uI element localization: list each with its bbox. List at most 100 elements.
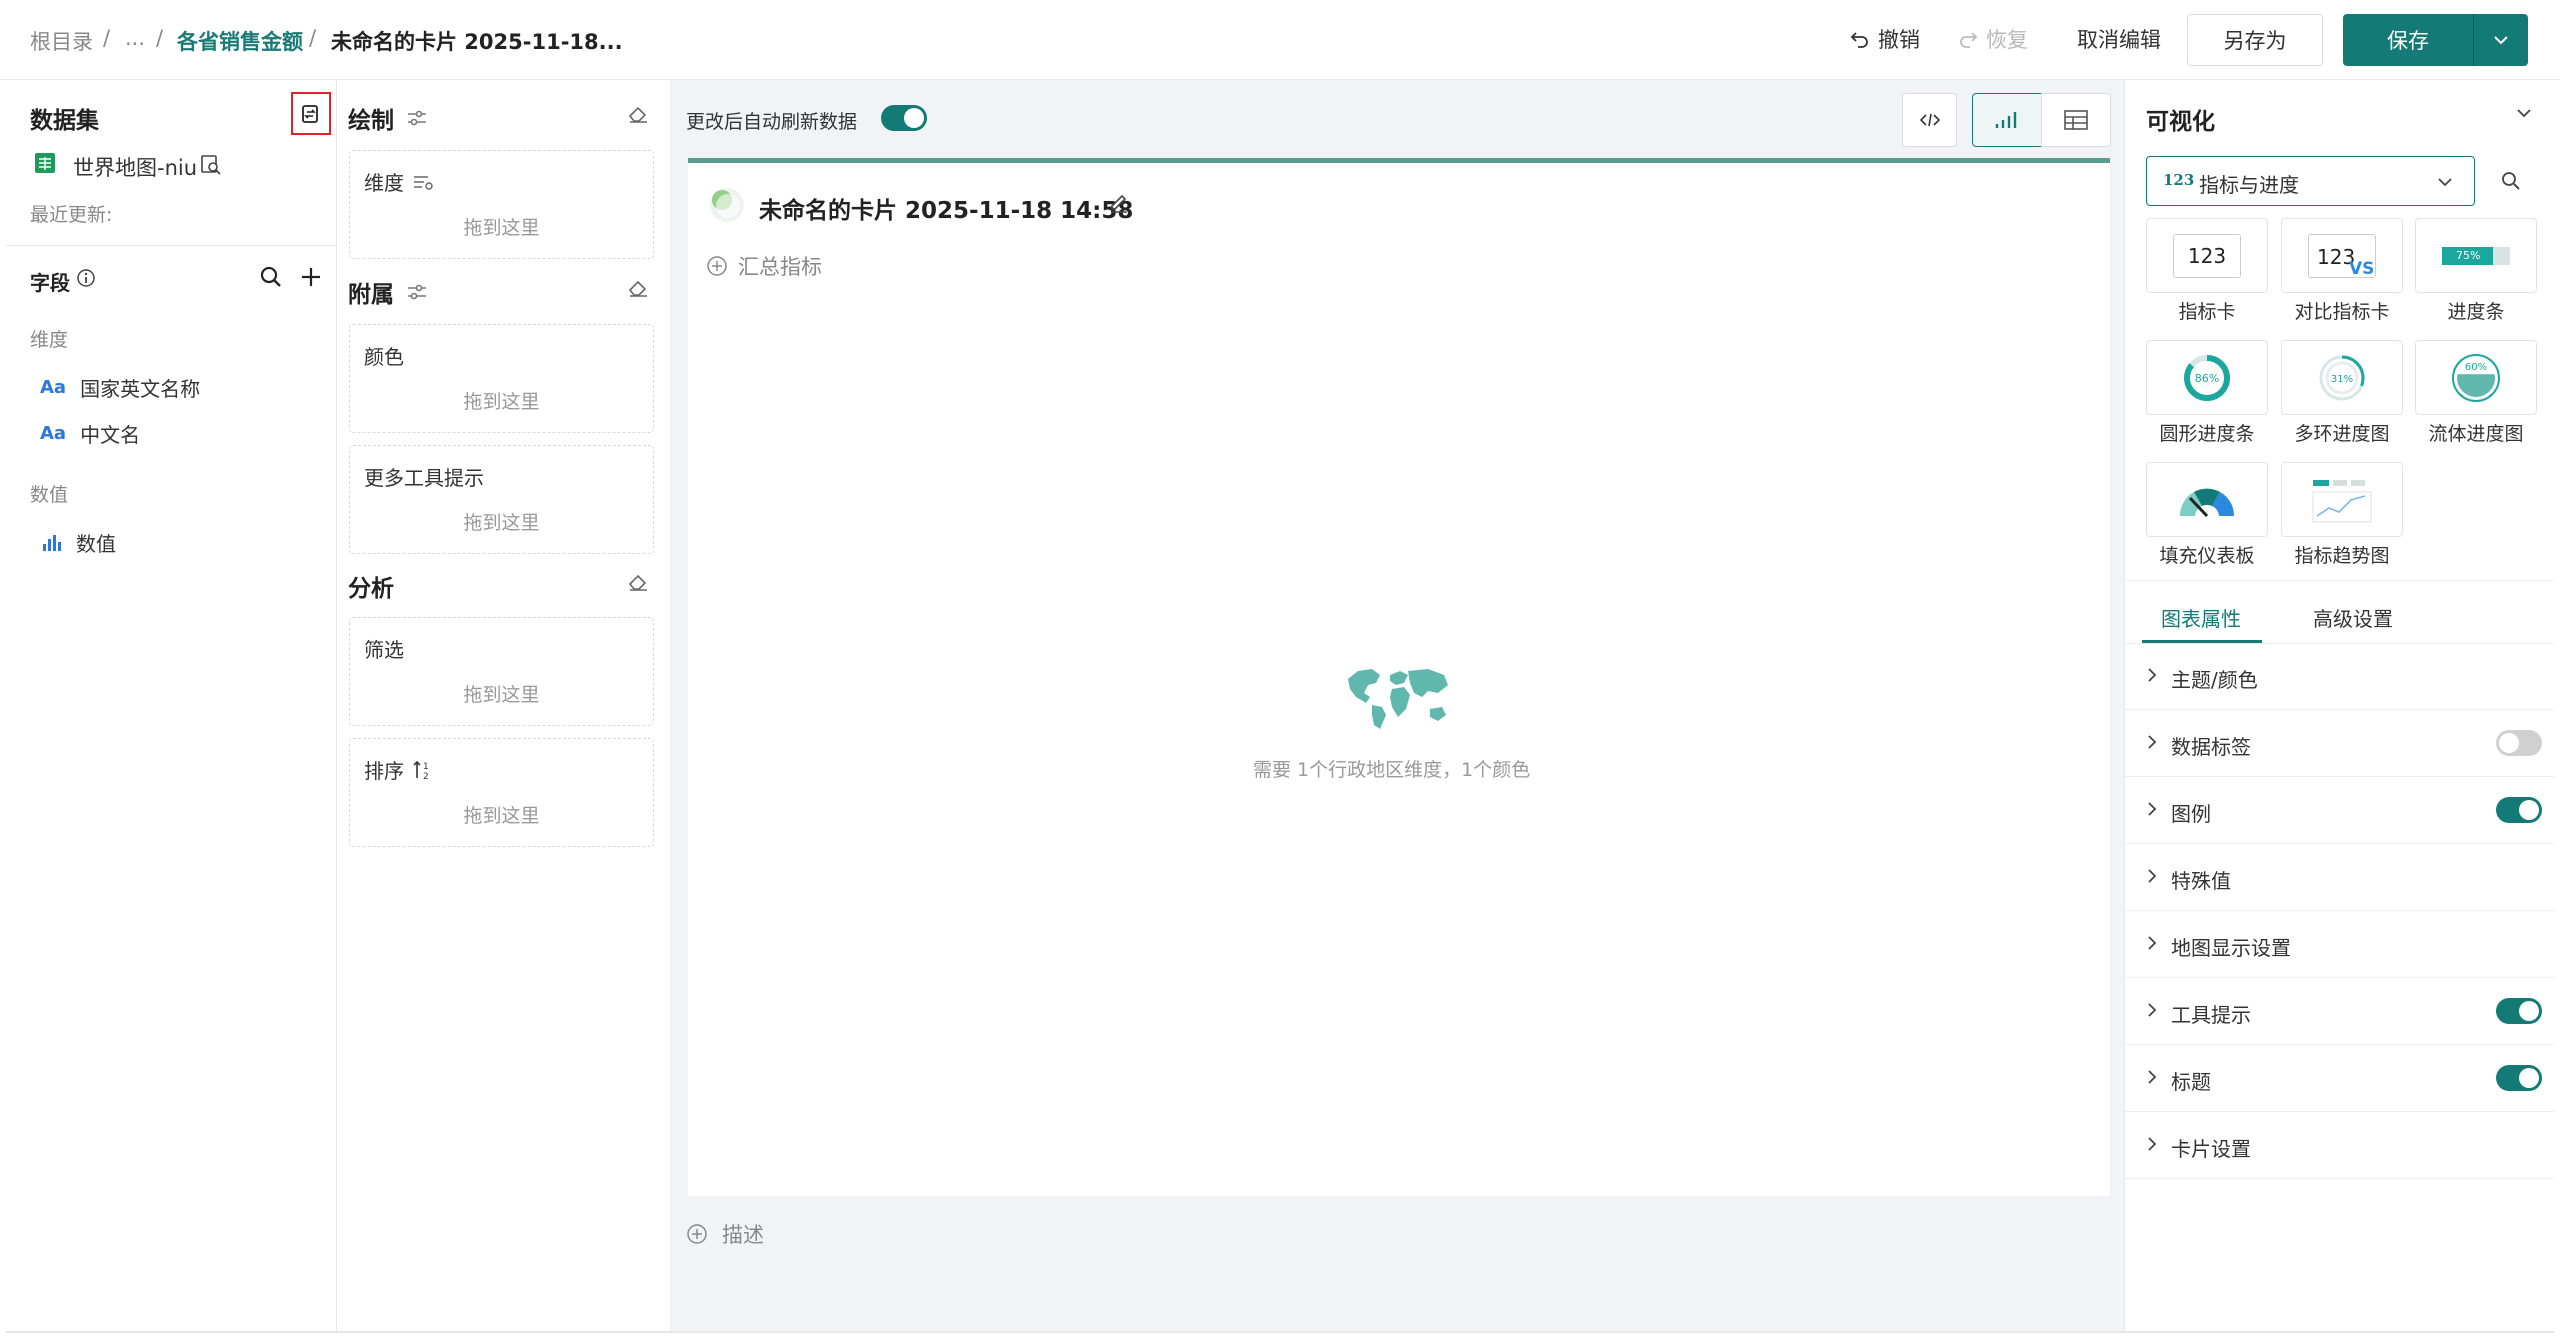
metric-card-tile[interactable]: 123	[2146, 218, 2268, 293]
add-metric-button[interactable]: 汇总指标	[706, 251, 822, 281]
filled-gauge-tile[interactable]	[2146, 462, 2268, 537]
circular-progress-icon: 86%	[2184, 354, 2230, 401]
property-row-special-values[interactable]: 特殊值	[2124, 844, 2554, 911]
settings-sliders-icon[interactable]	[406, 108, 428, 128]
property-row-data-labels[interactable]: 数据标签	[2124, 710, 2554, 777]
field-item[interactable]: Aa 中文名	[40, 419, 140, 448]
property-row-tooltip[interactable]: 工具提示	[2124, 978, 2554, 1045]
tile-label: 圆形进度条	[2159, 423, 2255, 445]
search-icon[interactable]	[2500, 170, 2522, 192]
liquid-progress-icon: 60%	[2452, 353, 2500, 402]
drop-hint: 拖到这里	[463, 805, 540, 827]
metric-trend-tile[interactable]	[2281, 462, 2403, 537]
add-description-button[interactable]: 描述	[686, 1219, 764, 1249]
redo-button[interactable]: 恢复	[1958, 24, 2028, 54]
chevron-right-icon	[2148, 869, 2157, 883]
tab-advanced-settings[interactable]: 高级设置	[2313, 603, 2393, 632]
field-item[interactable]: 数值	[40, 528, 116, 557]
dimension-drop-zone[interactable]: 维度 拖到这里	[349, 150, 654, 259]
dataset-name[interactable]: 世界地图-niu	[73, 152, 197, 182]
undo-button[interactable]: 撤销	[1850, 24, 1920, 54]
undo-icon	[1850, 32, 1868, 48]
data-labels-toggle[interactable]	[2496, 730, 2542, 756]
liquid-progress-tile[interactable]: 60%	[2415, 340, 2537, 415]
edit-pencil-icon[interactable]	[1108, 192, 1130, 214]
cancel-edit-button[interactable]: 取消编辑	[2077, 24, 2161, 54]
tooltip-toggle[interactable]	[2496, 998, 2542, 1024]
legend-toggle[interactable]	[2496, 797, 2542, 823]
collapse-chevron-icon[interactable]	[2514, 106, 2534, 120]
attach-section-title: 附属	[348, 282, 394, 308]
property-row-map-display[interactable]: 地图显示设置	[2124, 911, 2554, 978]
list-settings-icon[interactable]	[412, 173, 434, 191]
breadcrumb-separator: /	[309, 26, 317, 50]
breadcrumb-root[interactable]: 根目录	[30, 26, 93, 56]
save-dropdown-button[interactable]	[2474, 14, 2528, 66]
eraser-icon[interactable]	[627, 572, 649, 592]
divider	[6, 245, 337, 246]
sort-ascending-icon[interactable]: 12	[412, 759, 434, 781]
metric-trend-icon	[2312, 479, 2372, 522]
search-icon[interactable]	[259, 265, 283, 289]
property-row-title[interactable]: 标题	[2124, 1045, 2554, 1112]
vs-badge: VS	[2349, 258, 2375, 279]
settings-sliders-icon[interactable]	[406, 282, 428, 302]
analysis-section-title: 分析	[348, 576, 394, 602]
chevron-right-icon	[2148, 1070, 2157, 1084]
compare-metric-card-tile[interactable]: 123 VS	[2281, 218, 2403, 293]
eraser-icon[interactable]	[627, 278, 649, 298]
top-bar: 根目录 / ... / 各省销售金额 / 未命名的卡片 2025-11-18..…	[0, 0, 2560, 80]
last-updated-label: 最近更新:	[30, 204, 113, 226]
drop-hint: 拖到这里	[463, 217, 540, 239]
add-circle-icon	[687, 1224, 707, 1244]
add-field-icon[interactable]	[299, 265, 323, 289]
property-label: 标题	[2171, 1070, 2211, 1094]
multi-ring-progress-tile[interactable]: 31%	[2281, 340, 2403, 415]
property-label: 图例	[2171, 802, 2211, 826]
tooltip-drop-zone[interactable]: 更多工具提示 拖到这里	[349, 445, 654, 554]
color-drop-zone[interactable]: 颜色 拖到这里	[349, 324, 654, 433]
field-item[interactable]: Aa 国家英文名称	[40, 373, 200, 402]
save-button[interactable]: 保存	[2343, 14, 2473, 66]
card-title[interactable]: 未命名的卡片 2025-11-18 14:58	[759, 191, 1133, 225]
circular-progress-tile[interactable]: 86%	[2146, 340, 2268, 415]
tile-label: 指标卡	[2178, 301, 2236, 323]
divider	[2124, 580, 2554, 581]
auto-refresh-toggle[interactable]	[881, 105, 927, 131]
info-icon[interactable]	[76, 268, 96, 288]
liquid-progress-value: 60%	[2465, 362, 2487, 373]
table-icon	[2064, 110, 2088, 130]
switch-dataset-icon	[302, 105, 318, 123]
chevron-right-icon	[2148, 1003, 2157, 1017]
preview-data-icon[interactable]	[200, 154, 222, 176]
progress-bar-icon: 75%	[2442, 246, 2510, 265]
tile-label: 指标趋势图	[2294, 545, 2390, 567]
chart-type-value: 指标与进度	[2199, 173, 2299, 197]
draw-section-header: 绘制	[348, 101, 428, 135]
drop-hint: 拖到这里	[463, 391, 540, 413]
save-as-button[interactable]: 另存为	[2187, 14, 2323, 66]
chevron-right-icon	[2148, 1137, 2157, 1151]
chart-type-select[interactable]: 123 指标与进度	[2146, 156, 2475, 206]
chart-view-button[interactable]	[1972, 93, 2042, 147]
code-view-button[interactable]	[1902, 93, 1957, 147]
table-view-button[interactable]	[2041, 93, 2111, 147]
switch-dataset-button[interactable]	[291, 92, 331, 135]
title-toggle[interactable]	[2496, 1065, 2542, 1091]
breadcrumb-parent[interactable]: 各省销售金额	[177, 26, 303, 56]
eraser-icon[interactable]	[627, 104, 649, 124]
filter-drop-zone[interactable]: 筛选 拖到这里	[349, 617, 654, 726]
property-row-legend[interactable]: 图例	[2124, 777, 2554, 844]
property-row-card-settings[interactable]: 卡片设置	[2124, 1112, 2554, 1179]
property-label: 数据标签	[2171, 735, 2251, 759]
describe-label: 描述	[722, 1223, 764, 1247]
code-icon	[1919, 113, 1940, 127]
progress-bar-tile[interactable]: 75%	[2415, 218, 2537, 293]
breadcrumb-ellipsis[interactable]: ...	[125, 26, 145, 50]
chevron-right-icon	[2148, 936, 2157, 950]
sort-drop-zone[interactable]: 排序 12 拖到这里	[349, 738, 654, 847]
liquid-fill	[2457, 373, 2495, 397]
filter-slot-label: 筛选	[364, 638, 404, 662]
property-row-theme-color[interactable]: 主题/颜色	[2124, 643, 2554, 710]
tab-chart-properties[interactable]: 图表属性	[2161, 603, 2241, 632]
